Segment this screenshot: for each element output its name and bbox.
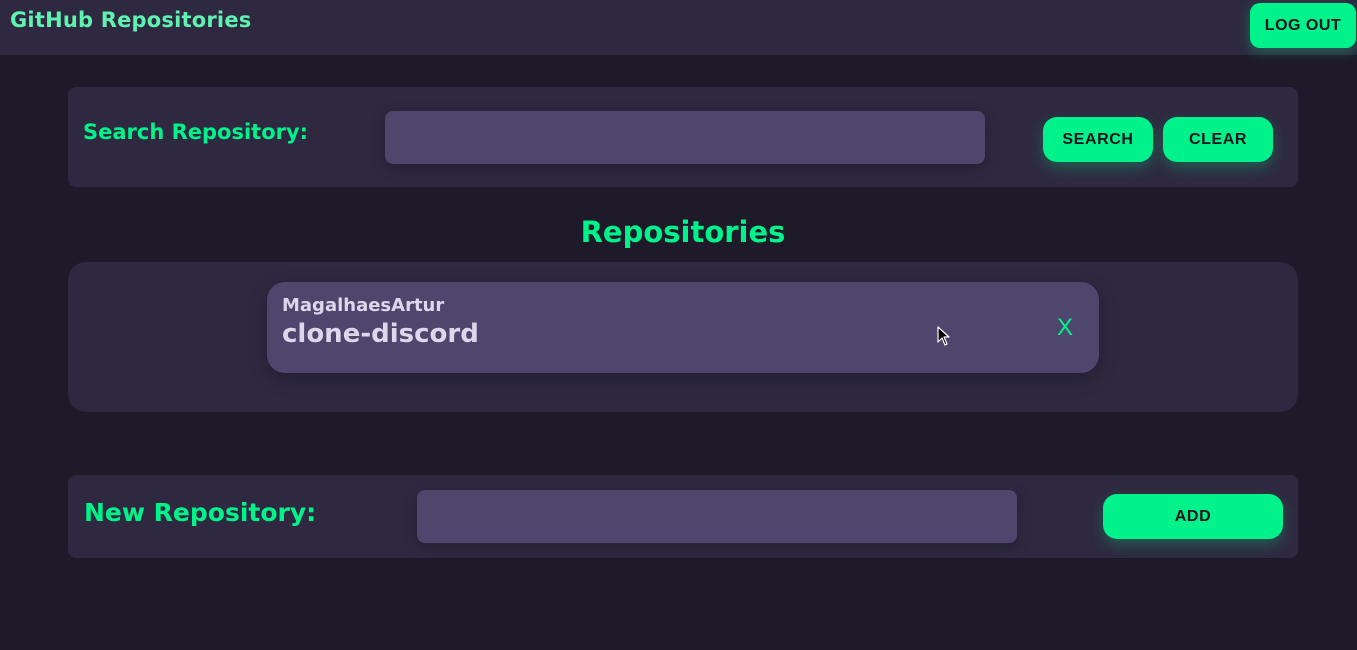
repositories-title: Repositories: [580, 215, 786, 249]
add-button[interactable]: ADD: [1103, 494, 1283, 539]
top-bar: GitHub Repositories LOG OUT: [0, 0, 1357, 55]
new-repository-input[interactable]: [417, 490, 1017, 543]
repository-owner: MagalhaesArtur: [282, 295, 445, 316]
logout-button[interactable]: LOG OUT: [1250, 3, 1356, 48]
repositories-panel: MagalhaesArtur clone-discord X: [68, 262, 1298, 412]
new-repository-panel: New Repository: ADD: [68, 475, 1298, 558]
search-panel: Search Repository: SEARCH CLEAR: [68, 87, 1298, 187]
remove-repository-button[interactable]: X: [1047, 310, 1083, 346]
new-repository-label: New Repository:: [84, 498, 317, 527]
search-input[interactable]: [385, 111, 985, 164]
repository-name: clone-discord: [282, 319, 479, 349]
clear-button[interactable]: CLEAR: [1163, 117, 1273, 162]
app-title: GitHub Repositories: [10, 8, 252, 32]
search-button[interactable]: SEARCH: [1043, 117, 1153, 162]
mouse-pointer-icon: [937, 326, 950, 346]
search-label: Search Repository:: [83, 120, 309, 144]
repository-card[interactable]: MagalhaesArtur clone-discord X: [267, 282, 1099, 373]
